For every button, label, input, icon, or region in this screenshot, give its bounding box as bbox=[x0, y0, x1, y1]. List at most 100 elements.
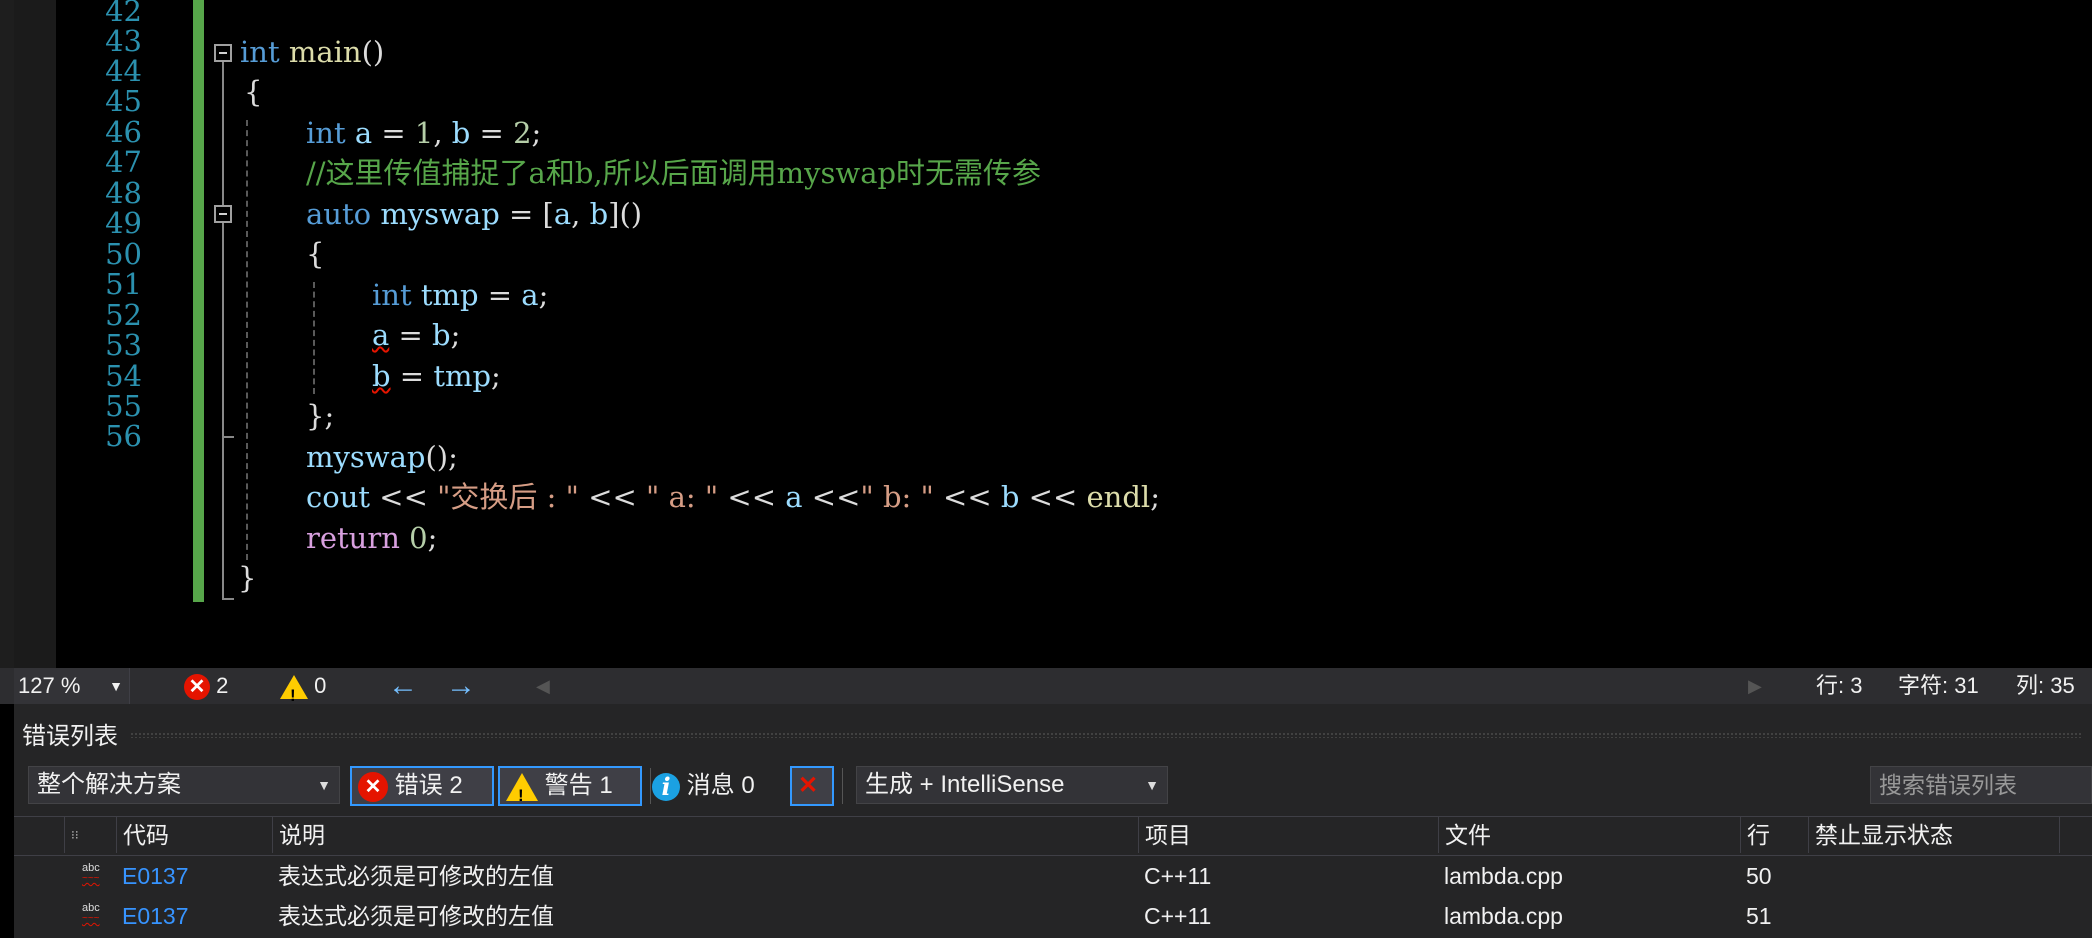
capture-variable: b bbox=[589, 197, 609, 231]
error-icon: ✕ bbox=[184, 674, 210, 701]
change-tracking-bar bbox=[193, 0, 204, 602]
punctuation: () bbox=[361, 35, 385, 69]
code-line-48: { bbox=[306, 234, 324, 274]
variable: b bbox=[451, 116, 471, 150]
punctuation: ; bbox=[1150, 480, 1160, 514]
operator: = bbox=[478, 278, 522, 312]
scroll-left-icon[interactable]: ◀ bbox=[536, 668, 550, 704]
intellisense-error-icon: abc ~~~ bbox=[82, 902, 100, 924]
code-line-43: int main() bbox=[240, 32, 384, 72]
zoom-value: 127 % bbox=[18, 673, 81, 698]
warnings-filter-button[interactable]: ! 警告 1 bbox=[498, 766, 642, 806]
error-icon: ✕ bbox=[358, 771, 388, 802]
error-list-panel: 错误列表 整个解决方案 ▼ ✕ 错误 2 ! 警告 1 i 消息 0 ✕ 生成 +… bbox=[14, 704, 2092, 938]
string-literal: "交换后 : " bbox=[437, 480, 579, 514]
code-line-50: a = b; bbox=[372, 315, 460, 355]
punctuation: ]() bbox=[608, 197, 643, 231]
editor-glyph-margin bbox=[14, 0, 56, 668]
error-line: 50 bbox=[1746, 863, 1772, 889]
zoom-dropdown[interactable]: 127 % ▼ bbox=[14, 668, 130, 704]
punctuation: ; bbox=[538, 278, 549, 312]
punctuation: , bbox=[433, 116, 452, 150]
variable: b bbox=[432, 318, 451, 352]
sort-grip-icon[interactable]: ⁝⁝ bbox=[64, 817, 116, 853]
operator: = bbox=[470, 116, 514, 150]
search-error-list-input[interactable]: 搜索错误列表 bbox=[1870, 766, 2092, 804]
column-header-project[interactable]: 项目 bbox=[1138, 817, 1438, 853]
operator: << bbox=[933, 480, 1001, 514]
collapse-lambda-icon[interactable] bbox=[214, 205, 232, 223]
build-source-dropdown[interactable]: 生成 + IntelliSense ▼ bbox=[856, 766, 1168, 804]
error-code-link[interactable]: E0137 bbox=[116, 856, 189, 896]
keyword: auto bbox=[306, 197, 372, 231]
comment: //这里传值捕捉了a和b,所以后面调用myswap时无需传参 bbox=[306, 156, 1042, 190]
filter-button[interactable]: ✕ bbox=[790, 766, 834, 806]
code-line-56: } bbox=[238, 558, 256, 598]
punctuation: ; bbox=[427, 521, 438, 555]
messages-filter-button[interactable]: i 消息 0 bbox=[648, 766, 782, 806]
warning-count: 0 bbox=[314, 673, 327, 698]
navigate-forward-icon[interactable]: → bbox=[446, 668, 476, 704]
operator: << bbox=[578, 480, 647, 514]
errors-filter-label: 错误 2 bbox=[394, 772, 463, 799]
column-header-description[interactable]: 说明 bbox=[272, 817, 1138, 853]
column-header-code[interactable]: 代码 bbox=[116, 817, 272, 853]
operator: << bbox=[1019, 480, 1087, 514]
keyword: int bbox=[372, 278, 412, 312]
code-line-45: int a = 1, b = 2; bbox=[306, 113, 541, 153]
collapse-main-icon[interactable] bbox=[214, 44, 232, 62]
editor-left-strip bbox=[0, 0, 14, 668]
string-literal: " a: " bbox=[646, 480, 719, 514]
warning-count-indicator[interactable]: ! 0 bbox=[280, 668, 327, 705]
navigate-back-icon[interactable]: ← bbox=[388, 668, 418, 704]
error-project: C++11 bbox=[1144, 903, 1212, 929]
column-header-line[interactable]: 行 bbox=[1740, 817, 1808, 853]
error-squiggle-variable[interactable]: b bbox=[372, 359, 391, 393]
brace: } bbox=[238, 561, 257, 595]
indent-guide bbox=[246, 120, 248, 560]
column-indicator: 列: 35 bbox=[2016, 673, 2075, 698]
error-code-link[interactable]: E0137 bbox=[116, 896, 189, 936]
error-line: 51 bbox=[1746, 903, 1772, 929]
panel-drag-handle[interactable] bbox=[130, 732, 2082, 738]
scope-dropdown[interactable]: 整个解决方案 ▼ bbox=[28, 766, 340, 804]
function-call: myswap bbox=[306, 440, 426, 474]
code-line-55: return 0; bbox=[306, 518, 437, 558]
error-count-indicator[interactable]: ✕ 2 bbox=[184, 668, 228, 704]
code-line-47: auto myswap = [a, b]() bbox=[306, 194, 642, 234]
outline-end-tick bbox=[222, 436, 234, 438]
code-line-44: { bbox=[244, 72, 262, 112]
table-row[interactable]: abc ~~~ E0137 表达式必须是可修改的左值 C++11 lambda.c… bbox=[14, 896, 2092, 936]
column-header-suppression-state[interactable]: 禁止显示状态 bbox=[1808, 817, 2060, 853]
error-squiggle-variable[interactable]: a bbox=[372, 318, 389, 352]
capture-variable: a bbox=[553, 197, 572, 231]
punctuation: (); bbox=[425, 440, 458, 474]
line-indicator: 行: 3 bbox=[1816, 673, 1863, 698]
code-editor[interactable]: 42 43 44 45 46 47 48 49 50 51 52 53 54 5… bbox=[0, 0, 2092, 668]
variable: tmp bbox=[420, 278, 479, 312]
info-icon: i bbox=[652, 772, 680, 801]
errors-filter-button[interactable]: ✕ 错误 2 bbox=[350, 766, 494, 806]
error-file: lambda.cpp bbox=[1444, 903, 1563, 929]
variable: b bbox=[1000, 480, 1020, 514]
operator: = [ bbox=[499, 197, 554, 231]
chevron-down-icon: ▼ bbox=[1145, 777, 1159, 793]
editor-status-bar: 127 % ▼ ✕ 2 ! 0 ← → ◀ ▶ 行: 3 字符: 31 列: 35 bbox=[0, 668, 2092, 705]
number-literal: 2 bbox=[513, 116, 532, 150]
scroll-right-icon[interactable]: ▶ bbox=[1748, 668, 1762, 704]
code-line-52: }; bbox=[306, 396, 334, 436]
number-literal: 0 bbox=[409, 521, 428, 555]
variable: a bbox=[354, 116, 373, 150]
brace: { bbox=[244, 75, 263, 109]
string-literal: " b: " bbox=[860, 480, 934, 514]
column-header-file[interactable]: 文件 bbox=[1438, 817, 1740, 853]
operator: = bbox=[390, 359, 434, 393]
code-line-51: b = tmp; bbox=[372, 356, 501, 396]
error-list-header: ⁝⁝ 代码 说明 项目 文件 行 禁止显示状态 bbox=[14, 816, 2092, 856]
chevron-down-icon: ▼ bbox=[109, 678, 123, 694]
error-count: 2 bbox=[216, 673, 229, 698]
table-row[interactable]: abc ~~~ E0137 表达式必须是可修改的左值 C++11 lambda.c… bbox=[14, 856, 2092, 896]
brace: { bbox=[306, 237, 325, 271]
operator: << bbox=[802, 480, 861, 514]
